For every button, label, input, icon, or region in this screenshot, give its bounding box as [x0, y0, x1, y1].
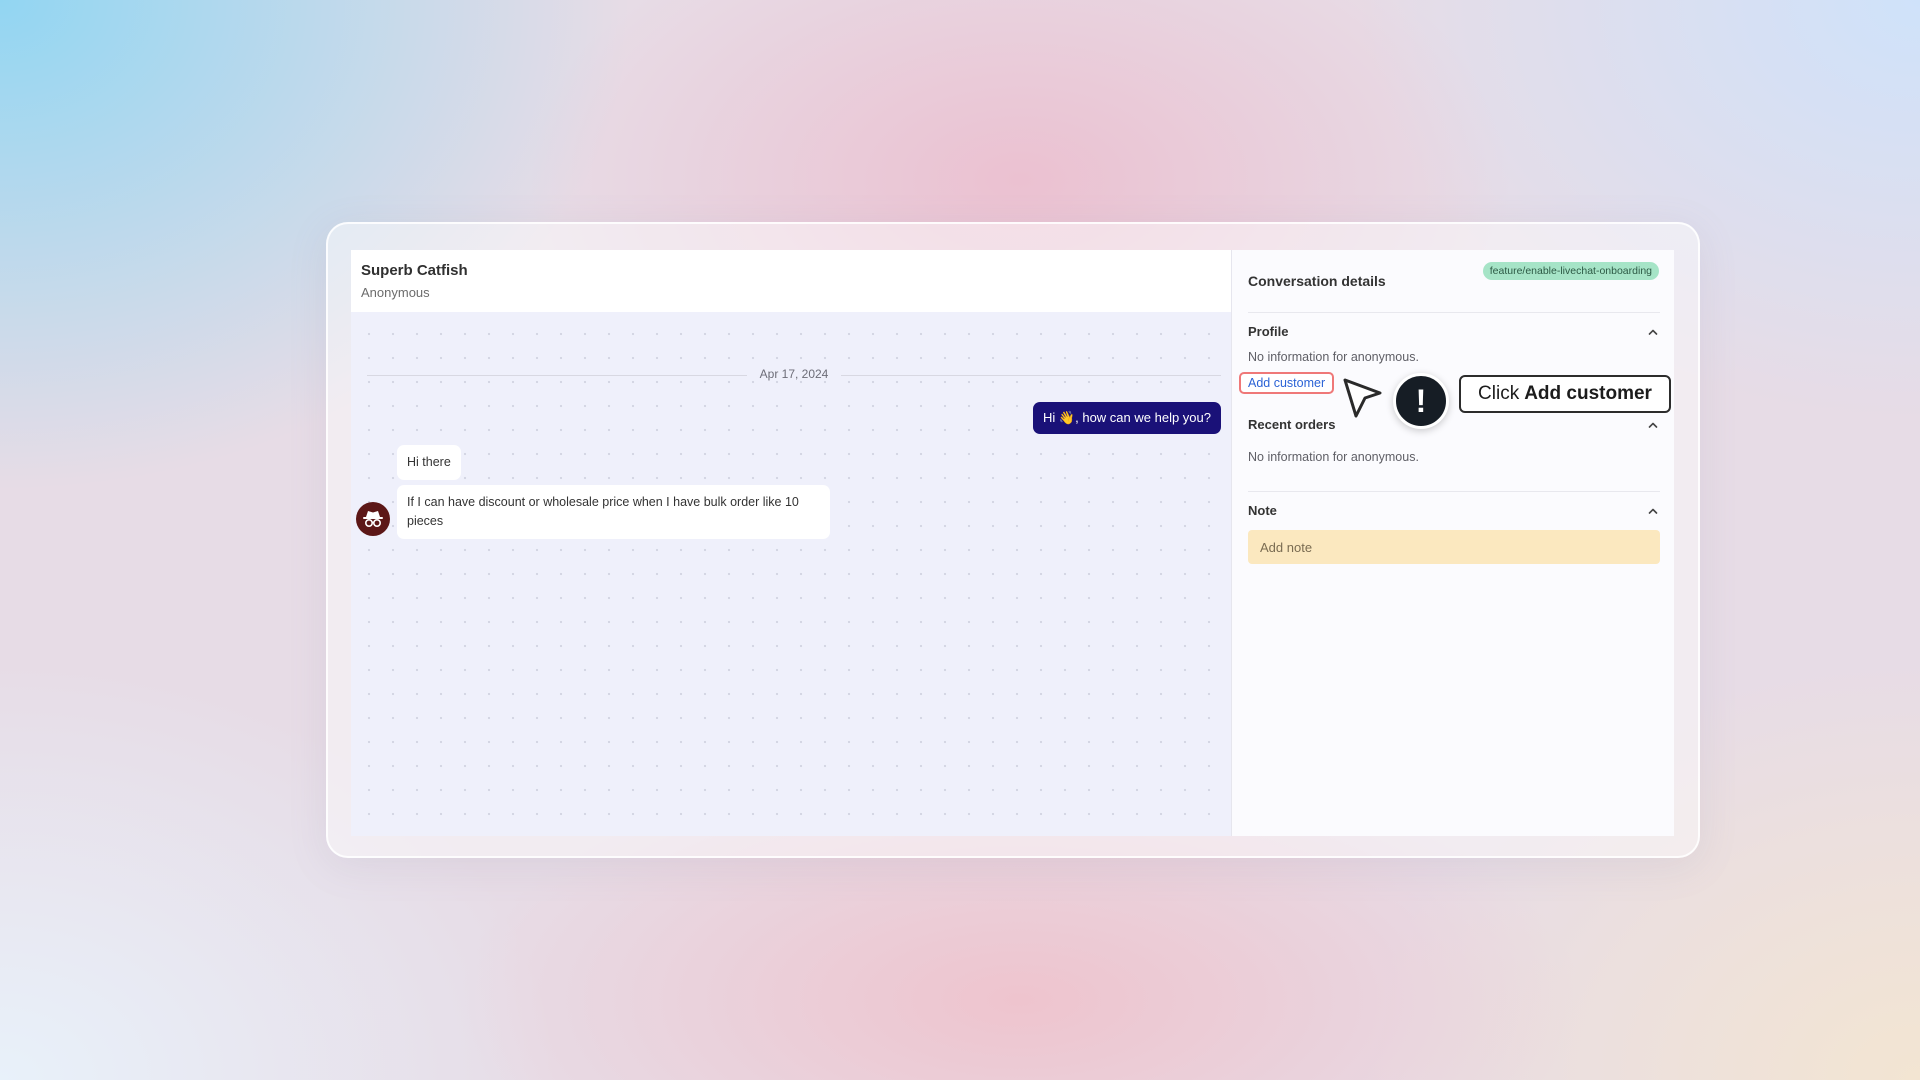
chevron-up-icon[interactable]	[1646, 504, 1660, 518]
tooltip-target: Add customer	[1524, 383, 1652, 404]
tutorial-tooltip: Click Add customer	[1459, 375, 1671, 413]
chat-title: Superb Catfish	[361, 262, 468, 279]
outgoing-message: Hi 👋, how can we help you?	[1033, 402, 1221, 434]
chat-header: Superb Catfish Anonymous	[351, 250, 1231, 312]
conversation-details-panel: Conversation details feature/enable-live…	[1232, 250, 1674, 836]
date-divider: Apr 17, 2024	[367, 367, 1221, 383]
recent-orders-title: Recent orders	[1248, 417, 1336, 432]
recent-orders-empty-text: No information for anonymous.	[1248, 450, 1419, 464]
incognito-icon[interactable]	[356, 502, 390, 536]
profile-title: Profile	[1248, 324, 1289, 339]
incoming-message: If I can have discount or wholesale pric…	[397, 485, 830, 539]
note-input[interactable]	[1248, 530, 1660, 564]
note-section: Note	[1248, 491, 1660, 564]
profile-header[interactable]: Profile	[1248, 313, 1660, 339]
recent-orders-section: Recent orders No information for anonymo…	[1248, 410, 1660, 464]
details-title: Conversation details	[1248, 273, 1386, 289]
add-customer-button[interactable]: Add customer	[1239, 372, 1335, 394]
chevron-up-icon[interactable]	[1646, 418, 1660, 432]
chat-panel: Superb Catfish Anonymous Apr 17, 2024 Hi…	[351, 250, 1232, 836]
branch-badge: feature/enable-livechat-onboarding	[1482, 262, 1659, 280]
note-header[interactable]: Note	[1248, 492, 1660, 518]
note-title: Note	[1248, 503, 1277, 518]
date-label: Apr 17, 2024	[759, 367, 829, 381]
recent-orders-header[interactable]: Recent orders	[1248, 410, 1660, 432]
message-area[interactable]: Apr 17, 2024 Hi 👋, how can we help you? …	[351, 312, 1231, 836]
divider-line	[367, 375, 747, 376]
cursor-pointer-icon	[1343, 378, 1382, 418]
profile-empty-text: No information for anonymous.	[1248, 350, 1419, 364]
divider-line	[841, 375, 1221, 376]
app-window: Superb Catfish Anonymous Apr 17, 2024 Hi…	[351, 250, 1674, 836]
chat-subtitle: Anonymous	[361, 285, 430, 300]
alert-icon: !	[1393, 373, 1449, 429]
incoming-message: Hi there	[397, 445, 461, 480]
tooltip-prefix: Click	[1478, 383, 1520, 404]
chevron-up-icon[interactable]	[1646, 325, 1660, 339]
